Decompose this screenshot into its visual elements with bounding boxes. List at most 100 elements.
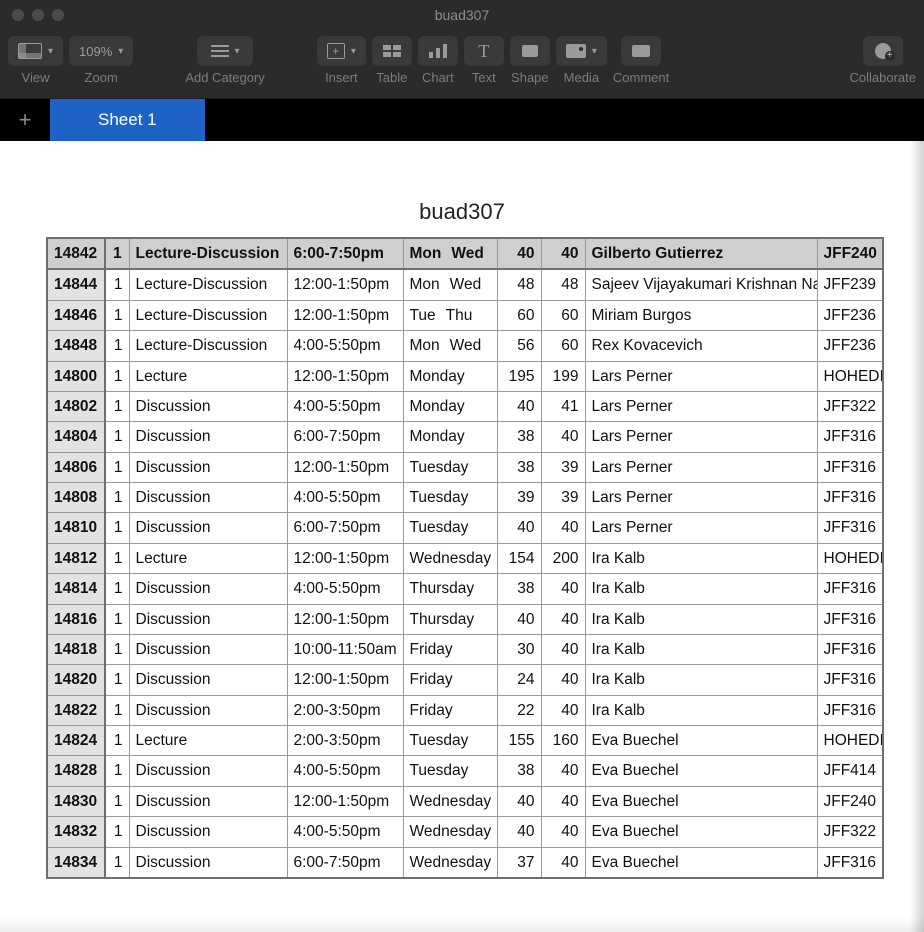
cell-time[interactable]: 12:00-1:50pm xyxy=(287,786,403,816)
cell-instructor[interactable]: Ira Kalb xyxy=(585,543,817,573)
cell-id[interactable]: 14802 xyxy=(47,391,105,421)
cell-days[interactable]: Friday xyxy=(403,665,497,695)
table-row[interactable]: 148441Lecture-Discussion12:00-1:50pmMonW… xyxy=(47,269,883,300)
minimize-icon[interactable] xyxy=(32,9,44,21)
cell-id[interactable]: 14820 xyxy=(47,665,105,695)
cell-room[interactable]: JFF316 xyxy=(817,574,883,604)
cell-room[interactable]: JFF322 xyxy=(817,391,883,421)
cell-n2[interactable]: 39 xyxy=(541,483,585,513)
cell-type[interactable]: Discussion xyxy=(129,786,287,816)
cell-n2[interactable]: 48 xyxy=(541,269,585,300)
cell-type[interactable]: Lecture-Discussion xyxy=(129,300,287,330)
cell-n1[interactable]: 24 xyxy=(497,665,541,695)
cell-room[interactable]: JFF316 xyxy=(817,634,883,664)
cell-n1[interactable]: 56 xyxy=(497,331,541,361)
cell-time[interactable]: 10:00-11:50am xyxy=(287,634,403,664)
cell-n1[interactable]: 37 xyxy=(497,847,541,878)
cell-sec[interactable]: 1 xyxy=(105,634,129,664)
cell-type[interactable]: Discussion xyxy=(129,483,287,513)
cell-n2[interactable]: 40 xyxy=(541,786,585,816)
cell-room[interactable]: JFF316 xyxy=(817,695,883,725)
cell-room[interactable]: JFF240 xyxy=(817,786,883,816)
cell-n2[interactable]: 40 xyxy=(541,574,585,604)
cell-sec[interactable]: 1 xyxy=(105,726,129,756)
text-button[interactable]: T xyxy=(464,36,504,66)
cell-sec[interactable]: 1 xyxy=(105,483,129,513)
cell-room[interactable]: JFF316 xyxy=(817,665,883,695)
cell-sec[interactable]: 1 xyxy=(105,695,129,725)
cell-instructor[interactable]: Lars Perner xyxy=(585,361,817,391)
zoom-button[interactable]: 109% ▾ xyxy=(69,36,133,66)
cell-type[interactable]: Discussion xyxy=(129,452,287,482)
cell-days[interactable]: Friday xyxy=(403,695,497,725)
cell-n2[interactable]: 41 xyxy=(541,391,585,421)
cell-id[interactable]: 14806 xyxy=(47,452,105,482)
cell-id[interactable]: 14848 xyxy=(47,331,105,361)
cell-sec[interactable]: 1 xyxy=(105,543,129,573)
hdr-time[interactable]: 6:00-7:50pm xyxy=(287,238,403,269)
cell-id[interactable]: 14830 xyxy=(47,786,105,816)
table-row[interactable]: 148101Discussion6:00-7:50pmTuesday4040La… xyxy=(47,513,883,543)
cell-type[interactable]: Discussion xyxy=(129,574,287,604)
cell-room[interactable]: JFF322 xyxy=(817,817,883,847)
cell-time[interactable]: 12:00-1:50pm xyxy=(287,300,403,330)
cell-n1[interactable]: 30 xyxy=(497,634,541,664)
cell-type[interactable]: Lecture xyxy=(129,361,287,391)
cell-instructor[interactable]: Ira Kalb xyxy=(585,604,817,634)
fullscreen-icon[interactable] xyxy=(52,9,64,21)
add-sheet-button[interactable]: + xyxy=(0,99,50,141)
cell-type[interactable]: Discussion xyxy=(129,756,287,786)
cell-id[interactable]: 14808 xyxy=(47,483,105,513)
cell-days[interactable]: Tuesday xyxy=(403,483,497,513)
cell-n2[interactable]: 40 xyxy=(541,817,585,847)
cell-type[interactable]: Discussion xyxy=(129,634,287,664)
cell-n1[interactable]: 40 xyxy=(497,391,541,421)
cell-days[interactable]: MonWed xyxy=(403,269,497,300)
cell-time[interactable]: 4:00-5:50pm xyxy=(287,391,403,421)
table-row[interactable]: 148001Lecture12:00-1:50pmMonday195199Lar… xyxy=(47,361,883,391)
insert-button[interactable]: + ▾ xyxy=(317,36,366,66)
cell-sec[interactable]: 1 xyxy=(105,391,129,421)
cell-n2[interactable]: 60 xyxy=(541,300,585,330)
cell-days[interactable]: MonWed xyxy=(403,331,497,361)
table-row[interactable]: 148461Lecture-Discussion12:00-1:50pmTueT… xyxy=(47,300,883,330)
cell-id[interactable]: 14810 xyxy=(47,513,105,543)
cell-id[interactable]: 14812 xyxy=(47,543,105,573)
cell-days[interactable]: Wednesday xyxy=(403,817,497,847)
cell-n2[interactable]: 200 xyxy=(541,543,585,573)
cell-id[interactable]: 14832 xyxy=(47,817,105,847)
cell-time[interactable]: 2:00-3:50pm xyxy=(287,726,403,756)
cell-days[interactable]: Monday xyxy=(403,361,497,391)
cell-sec[interactable]: 1 xyxy=(105,361,129,391)
table-row[interactable]: 148481Lecture-Discussion4:00-5:50pmMonWe… xyxy=(47,331,883,361)
cell-n1[interactable]: 38 xyxy=(497,756,541,786)
cell-type[interactable]: Lecture-Discussion xyxy=(129,331,287,361)
cell-sec[interactable]: 1 xyxy=(105,513,129,543)
cell-id[interactable]: 14822 xyxy=(47,695,105,725)
cell-sec[interactable]: 1 xyxy=(105,756,129,786)
hdr-n2[interactable]: 40 xyxy=(541,238,585,269)
data-table[interactable]: 14842 1 Lecture-Discussion 6:00-7:50pm M… xyxy=(46,237,884,879)
cell-room[interactable]: JFF316 xyxy=(817,604,883,634)
cell-time[interactable]: 12:00-1:50pm xyxy=(287,361,403,391)
table-row[interactable]: 148021Discussion4:00-5:50pmMonday4041Lar… xyxy=(47,391,883,421)
cell-n2[interactable]: 60 xyxy=(541,331,585,361)
cell-type[interactable]: Discussion xyxy=(129,604,287,634)
cell-instructor[interactable]: Eva Buechel xyxy=(585,756,817,786)
cell-n2[interactable]: 40 xyxy=(541,756,585,786)
hdr-instructor[interactable]: Gilberto Gutierrez xyxy=(585,238,817,269)
cell-time[interactable]: 6:00-7:50pm xyxy=(287,847,403,878)
cell-sec[interactable]: 1 xyxy=(105,331,129,361)
cell-n1[interactable]: 38 xyxy=(497,422,541,452)
cell-instructor[interactable]: Ira Kalb xyxy=(585,665,817,695)
table-row[interactable]: 148041Discussion6:00-7:50pmMonday3840Lar… xyxy=(47,422,883,452)
cell-type[interactable]: Discussion xyxy=(129,391,287,421)
cell-id[interactable]: 14828 xyxy=(47,756,105,786)
cell-time[interactable]: 4:00-5:50pm xyxy=(287,756,403,786)
cell-room[interactable]: HOHEDI xyxy=(817,543,883,573)
cell-instructor[interactable]: Eva Buechel xyxy=(585,847,817,878)
cell-type[interactable]: Discussion xyxy=(129,665,287,695)
cell-n1[interactable]: 195 xyxy=(497,361,541,391)
cell-type[interactable]: Lecture-Discussion xyxy=(129,269,287,300)
hdr-type[interactable]: Lecture-Discussion xyxy=(129,238,287,269)
